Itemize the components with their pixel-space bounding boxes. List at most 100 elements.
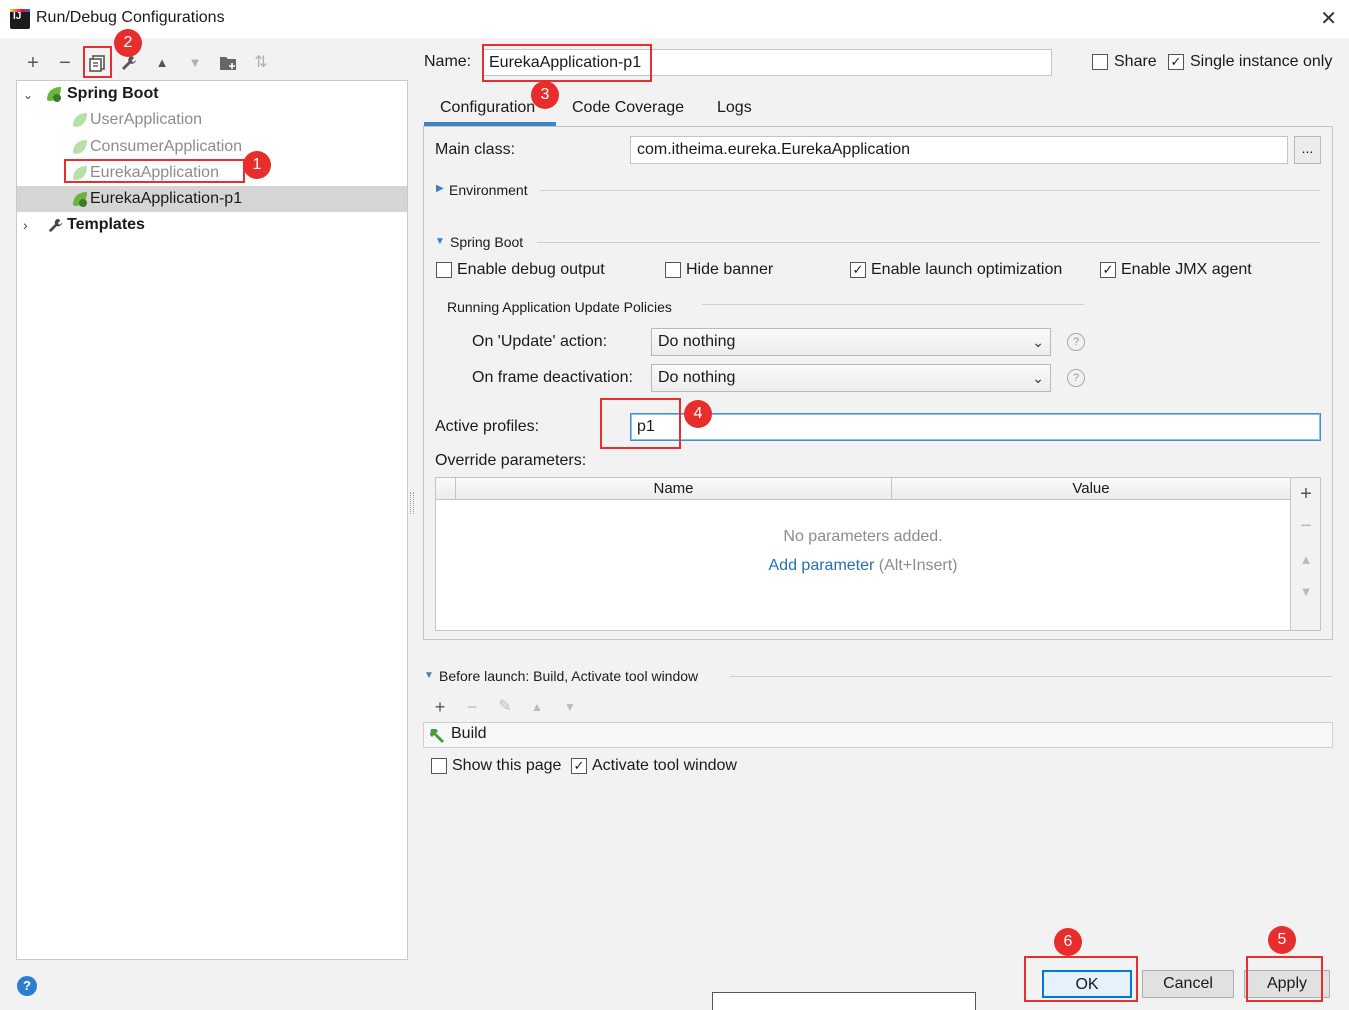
- tree-group-spring-boot[interactable]: ⌄ Spring Boot: [17, 81, 407, 107]
- chevron-right-icon: ▶: [436, 183, 444, 194]
- tree-item-consumer-application[interactable]: ConsumerApplication: [17, 134, 407, 160]
- enable-jmx-agent-checkbox[interactable]: ✓: [1100, 262, 1116, 278]
- annotation-badge-1: 1: [243, 151, 271, 179]
- before-launch-list: Build: [423, 722, 1333, 748]
- window-title: Run/Debug Configurations: [36, 9, 225, 26]
- remove-row-button[interactable]: −: [1293, 513, 1319, 539]
- help-button[interactable]: ?: [17, 976, 37, 996]
- hide-banner-checkbox[interactable]: [665, 262, 681, 278]
- update-policies-heading: Running Application Update Policies: [447, 299, 672, 315]
- tab-logs[interactable]: Logs: [717, 96, 752, 126]
- active-profiles-label: Active profiles:: [435, 418, 540, 435]
- browse-main-class-button[interactable]: ...: [1294, 136, 1321, 164]
- tree-item-user-application[interactable]: UserApplication: [17, 107, 407, 133]
- single-instance-checkbox[interactable]: ✓: [1168, 54, 1184, 70]
- activate-tool-window-label: Activate tool window: [592, 757, 737, 774]
- add-parameter-shortcut: (Alt+Insert): [878, 557, 958, 574]
- section-divider: [537, 242, 1320, 243]
- spring-app-icon: [73, 140, 87, 154]
- help-icon[interactable]: ?: [1067, 333, 1085, 351]
- environment-section-toggle[interactable]: Environment: [449, 182, 528, 198]
- frame-deactivation-dropdown[interactable]: Do nothing ⌄: [651, 364, 1051, 392]
- annotation-badge-2: 2: [114, 29, 142, 57]
- chevron-down-icon: ▼: [435, 236, 445, 247]
- name-label: Name:: [424, 53, 472, 70]
- show-this-page-checkbox[interactable]: [431, 758, 447, 774]
- section-divider: [702, 304, 1084, 305]
- frame-deactivation-label: On frame deactivation:: [472, 369, 633, 386]
- tab-label: Configuration: [440, 99, 536, 116]
- annotation-badge-3: 3: [531, 81, 559, 109]
- sort-configurations-button[interactable]: ⇅: [248, 50, 274, 76]
- tree-item-label: EurekaApplication-p1: [90, 190, 243, 207]
- tree-group-label: Spring Boot: [67, 85, 159, 102]
- activate-tool-window-checkbox[interactable]: ✓: [571, 758, 587, 774]
- tab-code-coverage[interactable]: Code Coverage: [572, 96, 684, 126]
- override-parameters-table: Name Value No parameters added. Add para…: [435, 477, 1291, 631]
- hide-banner-label: Hide banner: [686, 261, 774, 278]
- move-row-down-button[interactable]: ▼: [1293, 579, 1319, 605]
- before-launch-down-button[interactable]: ▼: [559, 696, 581, 718]
- move-down-button[interactable]: ▼: [182, 50, 208, 76]
- annotation-box-ok: [1024, 956, 1138, 1002]
- chevron-down-icon: ⌄: [1032, 334, 1044, 350]
- chevron-right-icon: ›: [23, 217, 28, 233]
- enable-jmx-agent-label: Enable JMX agent: [1121, 261, 1252, 278]
- add-row-button[interactable]: +: [1293, 481, 1319, 507]
- update-action-dropdown[interactable]: Do nothing ⌄: [651, 328, 1051, 356]
- annotation-badge-6: 6: [1054, 928, 1082, 956]
- new-folder-button[interactable]: [215, 50, 241, 76]
- cancel-button[interactable]: Cancel: [1142, 970, 1234, 998]
- tab-label: Code Coverage: [572, 99, 685, 116]
- enable-launch-optimization-checkbox[interactable]: ✓: [850, 262, 866, 278]
- folder-icon: [220, 57, 236, 70]
- tree-templates-label: Templates: [67, 216, 145, 233]
- update-action-value: Do nothing: [658, 333, 736, 350]
- before-launch-item-label: Build: [451, 725, 487, 742]
- before-launch-remove-button[interactable]: −: [461, 696, 483, 718]
- splitter-handle[interactable]: [410, 492, 414, 514]
- annotation-box-copy: [83, 46, 112, 78]
- spring-app-icon: [73, 113, 87, 127]
- share-checkbox[interactable]: [1092, 54, 1108, 70]
- enable-debug-output-label: Enable debug output: [457, 261, 605, 278]
- help-icon[interactable]: ?: [1067, 369, 1085, 387]
- table-header-name[interactable]: Name: [456, 478, 892, 500]
- before-launch-edit-button[interactable]: ✎: [494, 696, 516, 718]
- spring-app-icon: [73, 192, 87, 207]
- main-class-input[interactable]: com.itheima.eureka.EurekaApplication: [630, 136, 1288, 164]
- enable-launch-optimization-label: Enable launch optimization: [871, 261, 1063, 278]
- before-launch-toggle[interactable]: Before launch: Build, Activate tool wind…: [439, 668, 698, 684]
- active-profiles-input[interactable]: p1: [630, 413, 1321, 441]
- table-header-value[interactable]: Value: [892, 478, 1290, 500]
- tree-item-eureka-application-p1[interactable]: EurekaApplication-p1: [17, 186, 407, 212]
- show-this-page-label: Show this page: [452, 757, 562, 774]
- tree-group-templates[interactable]: › Templates: [17, 212, 407, 238]
- before-launch-up-button[interactable]: ▲: [526, 696, 548, 718]
- close-icon[interactable]: ✕: [1320, 6, 1337, 31]
- before-launch-item-build[interactable]: Build: [424, 723, 1332, 747]
- hammer-icon: [430, 729, 444, 743]
- add-parameter-row: Add parameter (Alt+Insert): [436, 557, 1290, 575]
- tree-item-label: UserApplication: [90, 111, 203, 128]
- section-divider: [540, 190, 1320, 191]
- intellij-app-icon: [10, 9, 30, 29]
- move-up-button[interactable]: ▲: [149, 50, 175, 76]
- section-divider: [730, 676, 1332, 677]
- before-launch-add-button[interactable]: +: [429, 696, 451, 718]
- spring-boot-section-toggle[interactable]: Spring Boot: [450, 234, 523, 250]
- remove-configuration-button[interactable]: −: [52, 50, 78, 76]
- chevron-down-icon: ⌄: [1032, 370, 1044, 386]
- update-action-label: On 'Update' action:: [472, 333, 608, 350]
- chevron-down-icon: ⌄: [23, 88, 34, 102]
- move-row-up-button[interactable]: ▲: [1293, 547, 1319, 573]
- partial-overlay-toolbar: [712, 992, 976, 1010]
- annotation-box-name: [482, 44, 652, 82]
- spring-boot-icon: [47, 87, 61, 102]
- override-parameters-label: Override parameters:: [435, 452, 587, 469]
- add-configuration-button[interactable]: +: [20, 50, 46, 76]
- add-parameter-link[interactable]: Add parameter: [769, 557, 875, 574]
- main-class-label: Main class:: [435, 141, 516, 158]
- tree-item-label: ConsumerApplication: [90, 138, 243, 155]
- enable-debug-output-checkbox[interactable]: [436, 262, 452, 278]
